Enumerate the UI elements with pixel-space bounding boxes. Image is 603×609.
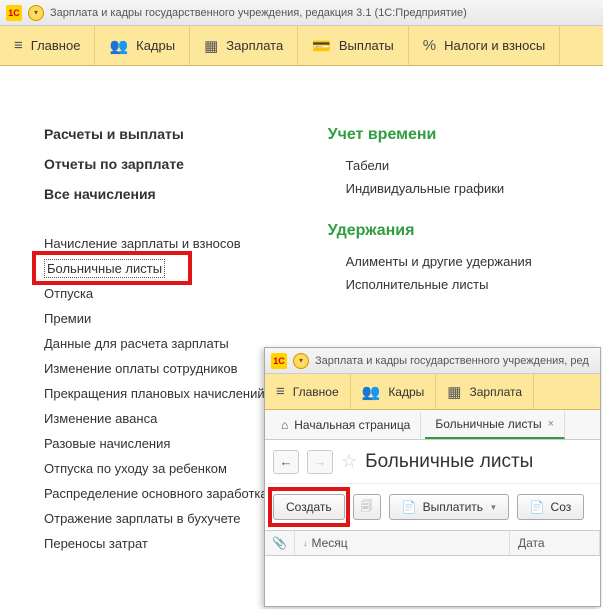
- link-alimony[interactable]: Алименты и другие удержания: [346, 254, 532, 269]
- nav-label: Выплаты: [339, 38, 394, 53]
- win2-actionbar: Создать 🗐 📄 Выплатить 📄 Соз: [265, 484, 600, 530]
- nav-label: Налоги и взносы: [444, 38, 545, 53]
- button-label: Выплатить: [423, 500, 484, 514]
- link-earnings-dist[interactable]: Распределение основного заработка: [44, 486, 268, 501]
- pay-button[interactable]: 📄 Выплатить: [389, 494, 509, 520]
- heading-all-accruals[interactable]: Все начисления: [44, 186, 268, 202]
- tab-label: Начальная страница: [294, 418, 410, 432]
- link-salary-accounting[interactable]: Отражение зарплаты в бухучете: [44, 511, 268, 526]
- menu-icon: ≡: [276, 383, 285, 400]
- link-timesheets[interactable]: Табели: [346, 158, 532, 173]
- nav-taxes[interactable]: % Налоги и взносы: [409, 26, 560, 65]
- logo-1c-icon: 1C: [271, 353, 287, 369]
- link-sick-leave[interactable]: Больничные листы: [44, 259, 165, 278]
- tab-sick-leave[interactable]: Больничные листы ×: [425, 411, 565, 439]
- grid-header: 📎 ↓ Месяц Дата: [265, 530, 600, 556]
- nav-label: Кадры: [388, 385, 424, 399]
- sort-desc-icon: ↓: [303, 538, 308, 548]
- nav-payments[interactable]: 💳 Выплаты: [298, 26, 409, 65]
- link-vacations[interactable]: Отпуска: [44, 286, 268, 301]
- nav-label: Кадры: [136, 38, 175, 53]
- people-icon: 👥: [109, 37, 128, 55]
- percent-icon: %: [423, 37, 436, 54]
- nav-label: Зарплата: [226, 38, 283, 53]
- link-childcare-leave[interactable]: Отпуска по уходу за ребенком: [44, 461, 268, 476]
- copy-button[interactable]: 🗐: [353, 494, 381, 520]
- button-label: Создать: [286, 500, 332, 514]
- secondary-window: 1C ▾ Зарплата и кадры государственного у…: [264, 347, 601, 607]
- nav-label: Главное: [31, 38, 81, 53]
- logo-1c-icon: 1C: [6, 5, 22, 21]
- main-navbar: ≡ Главное 👥 Кадры ▦ Зарплата 💳 Выплаты %…: [0, 26, 603, 66]
- tab-home[interactable]: ⌂ Начальная страница: [271, 412, 421, 438]
- col-month[interactable]: ↓ Месяц: [295, 531, 510, 555]
- link-one-time[interactable]: Разовые начисления: [44, 436, 268, 451]
- create2-button[interactable]: 📄 Соз: [517, 494, 585, 520]
- tab-label: Больничные листы: [435, 417, 541, 431]
- nav-label: Главное: [293, 385, 339, 399]
- people-icon: 👥: [362, 383, 381, 401]
- col-label: Дата: [518, 536, 545, 550]
- link-salary-data[interactable]: Данные для расчета зарплаты: [44, 336, 268, 351]
- link-writs[interactable]: Исполнительные листы: [346, 277, 532, 292]
- win2-toolbar: ← → ☆ Больничные листы: [265, 440, 600, 484]
- heading-reports[interactable]: Отчеты по зарплате: [44, 156, 268, 172]
- forward-button[interactable]: →: [307, 450, 333, 474]
- home-icon: ⌂: [281, 418, 288, 432]
- doc-icon: 📄: [530, 500, 545, 514]
- dropdown-round-button[interactable]: ▾: [28, 5, 44, 21]
- win2-titlebar: 1C ▾ Зарплата и кадры государственного у…: [265, 348, 600, 374]
- back-button[interactable]: ←: [273, 450, 299, 474]
- heading-deductions[interactable]: Удержания: [328, 222, 532, 240]
- win2-nav-salary[interactable]: ▦ Зарплата: [436, 374, 534, 409]
- link-bonuses[interactable]: Премии: [44, 311, 268, 326]
- dropdown-round-button[interactable]: ▾: [293, 353, 309, 369]
- menu-icon: ≡: [14, 37, 23, 54]
- win2-title: Зарплата и кадры государственного учрежд…: [315, 355, 589, 367]
- left-column: Расчеты и выплаты Отчеты по зарплате Все…: [44, 126, 268, 561]
- col-label: Месяц: [312, 536, 348, 550]
- link-cost-transfers[interactable]: Переносы затрат: [44, 536, 268, 551]
- close-icon[interactable]: ×: [548, 418, 554, 430]
- grid-icon: ▦: [204, 37, 218, 55]
- nav-main[interactable]: ≡ Главное: [0, 26, 95, 65]
- win2-tabbar: ⌂ Начальная страница Больничные листы ×: [265, 410, 600, 440]
- link-advance-change[interactable]: Изменение аванса: [44, 411, 268, 426]
- favorite-star-icon[interactable]: ☆: [341, 451, 357, 472]
- page-title: Больничные листы: [365, 451, 533, 473]
- main-titlebar: 1C ▾ Зарплата и кадры государственного у…: [0, 0, 603, 26]
- col-date[interactable]: Дата: [510, 531, 600, 555]
- win2-nav-personnel[interactable]: 👥 Кадры: [351, 374, 437, 409]
- window-title: Зарплата и кадры государственного учрежд…: [50, 7, 467, 19]
- nav-personnel[interactable]: 👥 Кадры: [95, 26, 190, 65]
- card-icon: 💳: [312, 37, 331, 55]
- link-individual-schedules[interactable]: Индивидуальные графики: [346, 181, 532, 196]
- create-button[interactable]: Создать: [273, 494, 345, 520]
- highlighted-sick-leave: Больничные листы: [44, 261, 268, 276]
- heading-calculations[interactable]: Расчеты и выплаты: [44, 126, 268, 142]
- win2-nav-main[interactable]: ≡ Главное: [265, 374, 351, 409]
- link-payroll-accrual[interactable]: Начисление зарплаты и взносов: [44, 236, 268, 251]
- col-attachment[interactable]: 📎: [265, 531, 295, 555]
- grid-icon: ▦: [447, 383, 461, 401]
- nav-label: Зарплата: [469, 385, 522, 399]
- link-stop-planned[interactable]: Прекращения плановых начислений: [44, 386, 268, 401]
- heading-time-tracking[interactable]: Учет времени: [328, 126, 532, 144]
- copy-icon: 🗐: [361, 497, 373, 518]
- doc-icon: 📄: [402, 500, 417, 514]
- button-label: Соз: [551, 500, 572, 514]
- link-pay-change[interactable]: Изменение оплаты сотрудников: [44, 361, 268, 376]
- nav-salary[interactable]: ▦ Зарплата: [190, 26, 298, 65]
- win2-navbar: ≡ Главное 👥 Кадры ▦ Зарплата: [265, 374, 600, 410]
- paperclip-icon: 📎: [272, 536, 287, 550]
